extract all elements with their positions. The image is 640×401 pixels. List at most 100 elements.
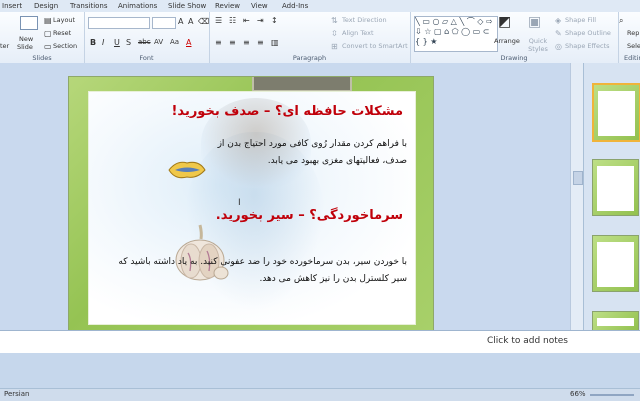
numbering-icon[interactable]: ☷ (229, 16, 236, 25)
new-slide-button[interactable]: New Slide (15, 14, 41, 52)
notes-pane[interactable]: Click to add notes (0, 330, 640, 353)
reset-icon: ▢ (44, 29, 52, 38)
char-spacing-button[interactable]: AV (154, 38, 163, 47)
text-cursor-icon: I (238, 198, 241, 208)
shadow-button[interactable]: S (126, 38, 131, 47)
tab-view[interactable]: View (251, 1, 268, 11)
slide-heading-cold[interactable]: سرماخوردگی؟ – سیر بخورید. (149, 208, 403, 223)
tab-add-ins[interactable]: Add-Ins (282, 1, 308, 11)
underline-button[interactable]: U (114, 38, 120, 47)
clear-format-icon[interactable]: ⌫ (198, 17, 209, 26)
zoom-slider[interactable] (590, 394, 634, 396)
drawing-group: ╲ ▭ ○ ▱ △ ╲ ⌒ ◇ ⇨ ⇩ ☆ ▢ ⌂ ⬠ ◯ ▭ ⊂ { } ★ … (410, 12, 619, 63)
slide-thumbnail-content (597, 166, 634, 211)
align-right-icon[interactable]: ≡ (243, 38, 250, 47)
paragraph-group: ☰ ☷ ⇤ ⇥ ↕ ≡ ≡ ≡ ≡ ▥ ⇅ Text Direction ⇳ A… (209, 12, 411, 63)
align-text-button[interactable]: Align Text (342, 29, 374, 37)
shapes-gallery-icons: ╲ ▭ ○ ▱ △ ╲ ⌒ ◇ ⇨ ⇩ ☆ ▢ ⌂ ⬠ ◯ ▭ ⊂ { } ★ (415, 17, 493, 46)
zoom-level[interactable]: 66% (570, 390, 586, 398)
bullets-icon[interactable]: ☰ (215, 16, 222, 25)
shape-fill-icon: ◈ (555, 16, 562, 25)
slide-thumbnail[interactable] (592, 159, 639, 216)
columns-icon[interactable]: ▥ (271, 38, 279, 47)
new-slide-label: New (19, 35, 34, 43)
layout-button[interactable]: Layout (53, 16, 75, 24)
smartart-icon: ⊞ (331, 42, 338, 51)
ribbon: ter New Slide ▤ Layout ▢ Reset ▭ Section… (0, 12, 640, 64)
strikethrough-button[interactable]: abc (138, 38, 151, 47)
slides-group: ter New Slide ▤ Layout ▢ Reset ▭ Section… (0, 12, 85, 63)
shape-effects-icon: ◎ (555, 42, 562, 51)
editing-group-label: Editing (624, 54, 640, 62)
find-icon: ⌕ (619, 16, 624, 25)
scrollbar-thumb[interactable] (573, 171, 583, 185)
language-indicator[interactable]: Persian (4, 390, 29, 398)
shape-effects-button[interactable]: Shape Effects (565, 42, 610, 50)
editor-vertical-scrollbar[interactable] (570, 63, 584, 330)
justify-icon[interactable]: ≡ (257, 38, 264, 47)
change-case-button[interactable]: Aa (170, 38, 179, 47)
quick-styles-icon: ▣ (528, 14, 542, 30)
arrange-icon: ◩ (498, 14, 512, 30)
tab-animations[interactable]: Animations (118, 1, 157, 11)
slide-title-tab (252, 77, 352, 92)
paragraph-group-label: Paragraph (292, 54, 327, 62)
font-color-button[interactable]: A (186, 38, 191, 47)
line-spacing-icon[interactable]: ↕ (271, 16, 278, 25)
font-size-select[interactable] (152, 17, 176, 29)
quick-styles-button[interactable]: Quick Styles (526, 37, 550, 53)
shape-fill-button[interactable]: Shape Fill (565, 16, 596, 24)
shape-outline-icon: ✎ (555, 29, 562, 38)
drawing-group-label: Drawing (500, 54, 528, 62)
slide-thumbnail[interactable] (592, 311, 639, 331)
font-family-select[interactable] (88, 17, 150, 29)
select-button[interactable]: Selec (627, 42, 640, 50)
bold-button[interactable]: B (90, 38, 96, 47)
decrease-indent-icon[interactable]: ⇤ (243, 16, 250, 25)
increase-indent-icon[interactable]: ⇥ (257, 16, 264, 25)
layout-icon: ▤ (44, 16, 52, 25)
slide-heading-cold-text: سرماخوردگی؟ – سیر بخورید. (215, 208, 403, 223)
replace-button[interactable]: Repl (627, 29, 640, 37)
slides-group-label: Slides (32, 54, 52, 62)
slide-content-area: مشکلات حافظه ای؟ – صدف بخورید! با فراهم … (88, 91, 416, 325)
slide-canvas[interactable]: مشکلات حافظه ای؟ – صدف بخورید! با فراهم … (68, 76, 434, 337)
status-bar: Persian 66% (0, 388, 640, 401)
tab-transitions[interactable]: Transitions (70, 1, 108, 11)
tab-design[interactable]: Design (34, 1, 58, 11)
slide-editing-pane: مشکلات حافظه ای؟ – صدف بخورید! با فراهم … (0, 63, 583, 337)
italic-button[interactable]: I (102, 38, 104, 47)
align-center-icon[interactable]: ≡ (229, 38, 236, 47)
shapes-gallery[interactable]: ╲ ▭ ○ ▱ △ ╲ ⌒ ◇ ⇨ ⇩ ☆ ▢ ⌂ ⬠ ◯ ▭ ⊂ { } ★ (414, 16, 498, 52)
font-group: A A ⌫ B I U S abc AV Aa A Font (84, 12, 210, 63)
reset-button[interactable]: Reset (53, 29, 71, 37)
new-slide-label-2: Slide (17, 43, 33, 51)
slide-heading-memory[interactable]: مشکلات حافظه ای؟ – صدف بخورید! (149, 104, 404, 119)
font-group-label: Font (139, 54, 154, 62)
slide-thumbnail-content (597, 318, 634, 326)
tab-insert[interactable]: Insert (2, 1, 22, 11)
align-left-icon[interactable]: ≡ (215, 38, 222, 47)
filter-label[interactable]: ter (0, 42, 9, 50)
editing-group: ⌕ Repl Selec Editing (618, 12, 640, 63)
slide-thumbnail[interactable] (592, 83, 640, 142)
shrink-font-icon[interactable]: A (188, 17, 193, 26)
slide-thumbnail-content (598, 91, 635, 136)
align-text-icon: ⇳ (331, 29, 338, 38)
new-slide-icon (20, 16, 38, 30)
slide-body-oyster[interactable]: با فراهم کردن مقدار رُوی کافی مورد احتیا… (209, 136, 407, 170)
arrange-button[interactable]: Arrange (494, 37, 520, 45)
shape-outline-button[interactable]: Shape Outline (565, 29, 611, 37)
text-direction-icon: ⇅ (331, 16, 338, 25)
oyster-image (168, 161, 206, 179)
text-direction-button[interactable]: Text Direction (342, 16, 387, 24)
smartart-button[interactable]: Convert to SmartArt (342, 42, 408, 50)
notes-placeholder: Click to add notes (487, 336, 568, 346)
tab-review[interactable]: Review (215, 1, 240, 11)
slide-thumbnail[interactable] (592, 235, 639, 292)
tab-slide-show[interactable]: Slide Show (168, 1, 206, 11)
section-icon: ▭ (44, 42, 52, 51)
section-button[interactable]: Section (53, 42, 77, 50)
slide-body-garlic[interactable]: با خوردن سیر، بدن سرماخورده خود را ضد عف… (109, 254, 407, 288)
grow-font-icon[interactable]: A (178, 17, 183, 26)
